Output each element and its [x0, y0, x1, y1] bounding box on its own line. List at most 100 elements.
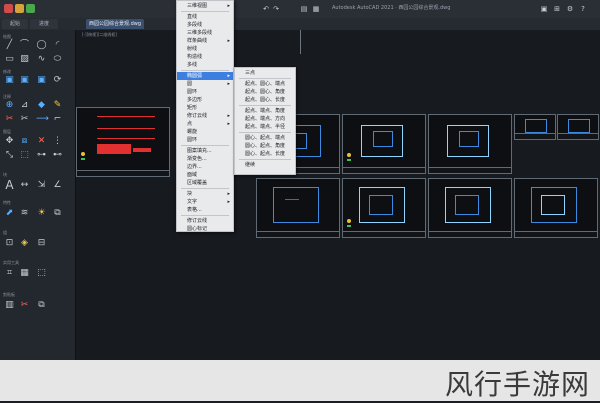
menu-item[interactable]: 起点、圆心、端点	[235, 80, 295, 88]
menu-item[interactable]: 起点、端点、角度	[235, 107, 295, 115]
menu-item[interactable]: 圆心标记	[177, 225, 233, 233]
menu-item[interactable]: 圆心、起点、角度	[235, 142, 295, 150]
tab-drawing[interactable]: 西园公园综合景观.dwg	[86, 19, 144, 29]
menu-item[interactable]: 圆心、起点、长度	[235, 150, 295, 158]
join-tool-icon[interactable]: ⊶	[36, 150, 47, 161]
menu-item[interactable]: 三维视图 ▸	[177, 2, 233, 10]
sheet-plan-3[interactable]	[428, 114, 512, 174]
menu-item[interactable]: 图案填充...	[177, 147, 233, 155]
offset-tool-icon[interactable]: ✕	[36, 136, 47, 147]
measure-tool-icon[interactable]: ⌗	[4, 268, 15, 279]
paste-icon[interactable]: ▥	[4, 300, 15, 311]
scale-tool-icon[interactable]: ⤡	[4, 150, 15, 161]
leader-tool-icon[interactable]: ◆	[36, 100, 47, 111]
menu-item[interactable]: 继续	[235, 161, 295, 169]
mirror-tool-icon[interactable]: ⧈	[19, 136, 30, 147]
line-tool-icon[interactable]: ╱	[4, 40, 15, 51]
menu-item[interactable]: 点 ▸	[177, 120, 233, 128]
fillet-tool-icon[interactable]: ⌐	[52, 114, 63, 125]
minimize-window-button[interactable]	[15, 4, 24, 13]
workspace-icon[interactable]: ⚙	[566, 5, 574, 13]
copy-tool-icon[interactable]: ▣	[19, 75, 30, 86]
menu-item[interactable]: 起点、端点、方向	[235, 115, 295, 123]
circle-tool-icon[interactable]: ◯	[36, 40, 47, 51]
menu-item[interactable]: 起点、圆心、长度	[235, 96, 295, 104]
menu-item[interactable]: 多段线	[177, 21, 233, 29]
table-tool-icon[interactable]: ✎	[52, 100, 63, 111]
menu-item[interactable]: 文字 ▸	[177, 198, 233, 206]
dimension-tool-icon[interactable]: ⊿	[19, 100, 30, 111]
menu-item[interactable]: 表格...	[177, 206, 233, 214]
menu-item[interactable]: 样条曲线 ▸	[177, 37, 233, 45]
arc-tool-icon[interactable]: ◜	[52, 40, 63, 51]
match-properties-icon[interactable]: ⬈	[4, 208, 15, 219]
menu-item[interactable]: 直线	[177, 13, 233, 21]
text-tool-icon[interactable]: ⊕	[4, 100, 15, 111]
viewport-controls[interactable]: [-][俯视][二维线框]	[82, 32, 117, 38]
menu-item[interactable]: 多边形	[177, 96, 233, 104]
copy-clip-icon[interactable]: ⧉	[36, 300, 47, 311]
menu-item[interactable]: 圆心、起点、端点	[235, 134, 295, 142]
menu-item[interactable]: 起点、圆心、角度	[235, 88, 295, 96]
menu-item[interactable]: 射线	[177, 45, 233, 53]
aligned-dim-icon[interactable]: ⇲	[36, 180, 47, 191]
rotate-tool-icon[interactable]: ⟳	[52, 75, 63, 86]
grid-icon[interactable]: ⊞	[553, 5, 561, 13]
cut-icon[interactable]: ✂	[19, 300, 30, 311]
array-tool-icon[interactable]: ⋮	[52, 136, 63, 147]
menu-item[interactable]: 圆环	[177, 88, 233, 96]
menu-item[interactable]: 边界...	[177, 163, 233, 171]
sheet-schedule[interactable]	[76, 107, 170, 177]
menu-item[interactable]: 三点	[235, 69, 295, 77]
rectangle-tool-icon[interactable]: ▭	[4, 54, 15, 65]
menu-item[interactable]: 块 ▸	[177, 190, 233, 198]
zoom-window-button[interactable]	[26, 4, 35, 13]
menu-item[interactable]: 修订云线 ▸	[177, 112, 233, 120]
menu-item[interactable]: 矩形	[177, 104, 233, 112]
select-all-icon[interactable]: ⬚	[36, 268, 47, 279]
erase-tool-icon[interactable]: ✂	[4, 114, 15, 125]
calculator-icon[interactable]: ▦	[19, 268, 30, 279]
stretch-tool-icon[interactable]: ▣	[36, 75, 47, 86]
menu-item[interactable]: 多线	[177, 61, 233, 69]
break-tool-icon[interactable]: ⊷	[52, 150, 63, 161]
layer-state-icon[interactable]: ☀	[36, 208, 47, 219]
close-window-button[interactable]	[4, 4, 13, 13]
menu-item[interactable]: 起点、端点、半径	[235, 123, 295, 131]
explode-tool-icon[interactable]: ⬚	[19, 150, 30, 161]
menu-item[interactable]: 圆 ▸	[177, 80, 233, 88]
menu-item[interactable]: 三维多段线	[177, 29, 233, 37]
mtext-tool-icon[interactable]: A	[4, 179, 15, 191]
drawing-canvas[interactable]: [-][俯视][二维线框]	[76, 30, 600, 360]
move-cross-icon[interactable]: ✥	[4, 136, 15, 147]
menu-item[interactable]: 区域覆盖	[177, 179, 233, 187]
undo-icon[interactable]: ↶	[262, 5, 270, 13]
linear-dim-icon[interactable]: ↔	[19, 180, 30, 191]
move-tool-icon[interactable]: ▣	[4, 75, 15, 86]
group-edit-icon[interactable]: ⊟	[36, 238, 47, 249]
group-tool-icon[interactable]: ⊡	[4, 238, 15, 249]
menu-item[interactable]: 圆环	[177, 136, 233, 144]
redo-icon[interactable]: ↷	[272, 5, 280, 13]
spline-tool-icon[interactable]: ∿	[36, 54, 47, 65]
sheet-plan-7[interactable]	[514, 178, 598, 238]
sheet-plan-4[interactable]	[256, 178, 340, 238]
layout-icon[interactable]: ▣	[540, 5, 548, 13]
sheet-plan-5[interactable]	[342, 178, 426, 238]
angular-dim-icon[interactable]: ∠	[52, 180, 63, 191]
ungroup-tool-icon[interactable]: ◈	[19, 238, 30, 249]
hatch-tool-icon[interactable]: ▨	[19, 54, 30, 65]
ellipse-tool-icon[interactable]: ⬭	[52, 54, 63, 65]
tab-progress[interactable]: 进度	[30, 19, 58, 29]
tab-start[interactable]: 起始	[2, 19, 28, 29]
menu-item[interactable]: 渐变色...	[177, 155, 233, 163]
save-icon[interactable]: ▦	[312, 5, 320, 13]
sheet-small-1[interactable]	[514, 114, 556, 140]
menu-item[interactable]: 椭圆弧 ▸	[177, 72, 233, 80]
menu-item[interactable]: 修订云线	[177, 217, 233, 225]
extend-tool-icon[interactable]: ⟶	[36, 114, 49, 125]
layer-properties-icon[interactable]: ≋	[19, 208, 30, 219]
sheet-small-2[interactable]	[557, 114, 599, 140]
help-icon[interactable]: ?	[579, 5, 587, 13]
layer-isolate-icon[interactable]: ⧉	[52, 208, 63, 219]
